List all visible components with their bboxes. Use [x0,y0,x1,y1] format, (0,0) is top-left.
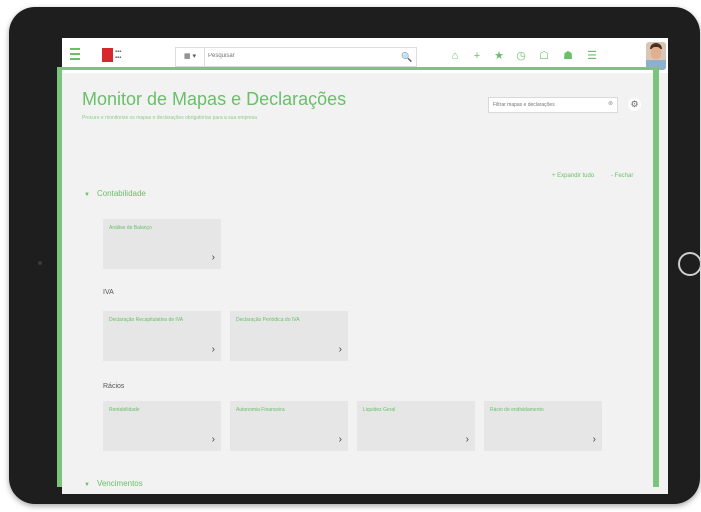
app-logo[interactable]: ▪▪▪ ▪▪▪ [102,48,132,63]
chevron-right-icon: › [211,344,215,355]
frame-top-border [62,67,654,70]
filter-input[interactable] [493,100,593,109]
card-rentabilidade[interactable]: Rentabilidade › [103,401,221,451]
clock-icon[interactable]: ◷ [513,47,529,65]
frame-right-border [653,67,659,487]
card-racio-endividamento[interactable]: Rácio de endividamento › [484,401,602,451]
card-label: Rentabilidade [109,407,140,413]
page-subtitle: Procure e monitorize os mapas e declaraç… [82,115,258,121]
card-label: Análise de Balanço [109,225,152,231]
card-label: Autonomia Financeira [236,407,285,413]
clear-filter-icon[interactable]: ⊗ [608,100,613,107]
notifications-icon[interactable]: ☖ [535,47,553,65]
avatar[interactable] [646,42,666,70]
card-liquidez-geral[interactable]: Liquidez Geral › [357,401,475,451]
page-title: Monitor de Mapas e Declarações [82,89,347,109]
card-label: Rácio de endividamento [490,407,544,413]
tablet-home-button[interactable] [678,252,701,276]
tablet-device: ▪▪▪▪▪▪ ▦ ▾ 🔍 ⌂ + ★ ◷ ☖ ☗ ☰ Monitor de Ma… [9,7,701,504]
subsection-racios: Rácios [103,383,125,390]
home-icon[interactable]: ⌂ [447,47,463,65]
plus-icon[interactable]: + [469,47,485,65]
card-label: Liquidez Geral [363,407,396,413]
toolbar-icons: ⌂ + ★ ◷ ☖ ☗ ☰ [447,47,667,65]
search-scope-dropdown[interactable]: ▦ ▾ [176,48,205,66]
card-label: Declaração Recapitulativa de IVA [109,317,184,323]
search-bar: ▦ ▾ 🔍 [175,47,417,67]
card-autonomia-financeira[interactable]: Autonomia Financeira › [230,401,348,451]
card-declaracao-periodica-iva[interactable]: Declaração Periódica do IVA › [230,311,348,361]
frame-left-border [57,67,62,487]
settings-gear-icon[interactable]: ⚙ [628,98,641,111]
star-icon[interactable]: ★ [491,47,507,65]
search-input[interactable] [208,50,388,62]
card-label: Declaração Periódica do IVA [236,317,300,323]
chevron-right-icon: › [211,434,215,445]
section-contabilidade[interactable]: ▼ Contabilidade [84,189,146,198]
app-screen: ▪▪▪▪▪▪ ▦ ▾ 🔍 ⌂ + ★ ◷ ☖ ☗ ☰ Monitor de Ma… [62,38,668,494]
filter-field: ⊗ [488,97,618,113]
caret-down-icon: ▼ [84,482,90,488]
tasks-icon[interactable]: ☰ [583,47,601,65]
card-analise-de-balanco[interactable]: Análise de Balanço › [103,219,221,269]
chevron-right-icon: › [592,434,596,445]
section-title: Vencimentos [96,479,143,488]
caret-down-icon: ▼ [84,192,90,198]
section-title: Contabilidade [96,189,146,198]
messages-icon[interactable]: ☗ [559,47,577,65]
subsection-iva: IVA [103,289,114,296]
expand-all-link[interactable]: + Expandir tudo [552,173,594,179]
chevron-right-icon: › [211,252,215,263]
section-vencimentos[interactable]: ▼ Vencimentos [84,479,143,488]
chevron-right-icon: › [338,434,342,445]
chevron-right-icon: › [465,434,469,445]
search-icon[interactable]: 🔍 [398,48,416,66]
collapse-all-link[interactable]: - Fechar [611,173,633,179]
tablet-camera [38,261,42,265]
chevron-right-icon: › [338,344,342,355]
card-declaracao-recapitulativa-iva[interactable]: Declaração Recapitulativa de IVA › [103,311,221,361]
menu-icon[interactable] [70,48,80,61]
